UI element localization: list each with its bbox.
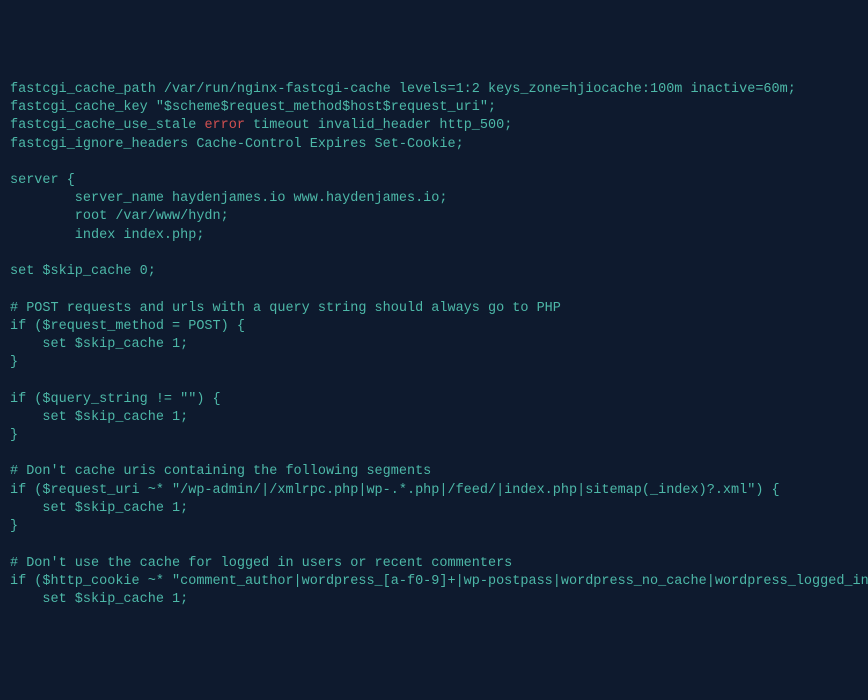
code-line	[10, 281, 858, 299]
code-line: # Don't use the cache for logged in user…	[10, 555, 858, 573]
code-line: set $skip_cache 1;	[10, 336, 858, 354]
code-line: fastcgi_ignore_headers Cache-Control Exp…	[10, 136, 858, 154]
code-line	[10, 245, 858, 263]
code-line: fastcgi_cache_key "$scheme$request_metho…	[10, 99, 858, 117]
code-line: root /var/www/hydn;	[10, 208, 858, 226]
code-line: if ($query_string != "") {	[10, 391, 858, 409]
code-line: server {	[10, 172, 858, 190]
code-line: fastcgi_cache_use_stale error timeout in…	[10, 117, 858, 135]
code-line: fastcgi_cache_path /var/run/nginx-fastcg…	[10, 81, 858, 99]
code-line: # POST requests and urls with a query st…	[10, 300, 858, 318]
code-line	[10, 445, 858, 463]
code-line: index index.php;	[10, 227, 858, 245]
code-block: fastcgi_cache_path /var/run/nginx-fastcg…	[10, 81, 858, 609]
code-line	[10, 536, 858, 554]
code-line	[10, 154, 858, 172]
code-line: if ($request_method = POST) {	[10, 318, 858, 336]
code-line: }	[10, 518, 858, 536]
code-text: fastcgi_cache_use_stale	[10, 118, 204, 133]
code-line: set $skip_cache 0;	[10, 263, 858, 281]
code-line: # Don't cache uris containing the follow…	[10, 463, 858, 481]
code-line: if ($http_cookie ~* "comment_author|word…	[10, 573, 858, 591]
code-line: set $skip_cache 1;	[10, 591, 858, 609]
code-line: set $skip_cache 1;	[10, 500, 858, 518]
error-keyword: error	[204, 118, 245, 133]
code-line: }	[10, 427, 858, 445]
code-line: set $skip_cache 1;	[10, 409, 858, 427]
code-line	[10, 372, 858, 390]
code-line: if ($request_uri ~* "/wp-admin/|/xmlrpc.…	[10, 482, 858, 500]
code-line: server_name haydenjames.io www.haydenjam…	[10, 190, 858, 208]
code-text: timeout invalid_header http_500;	[245, 118, 512, 133]
code-line: }	[10, 354, 858, 372]
